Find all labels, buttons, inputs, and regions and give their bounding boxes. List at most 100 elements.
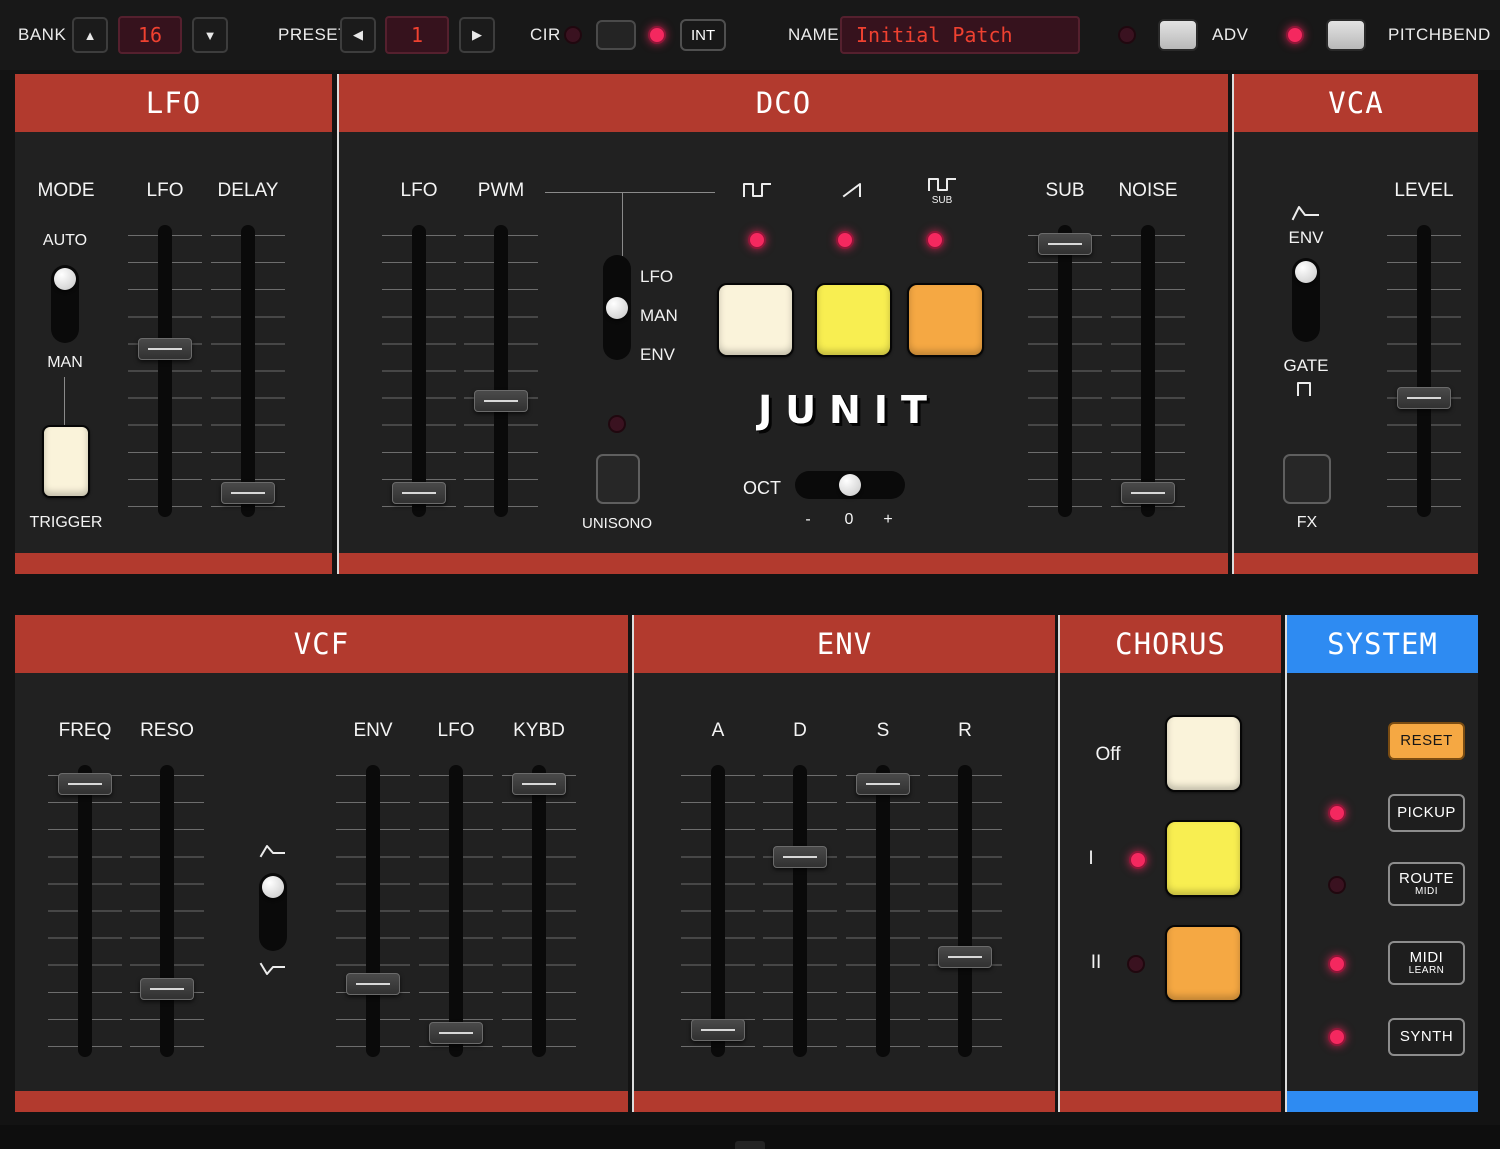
slider-handle[interactable] [140, 978, 194, 1001]
slider-handle[interactable] [138, 338, 192, 361]
slider-handle[interactable] [474, 389, 528, 412]
slider-handle[interactable] [691, 1018, 745, 1041]
pwm-source-option-env: ENV [640, 345, 675, 364]
int-led [648, 26, 666, 44]
chorus-ii-button[interactable] [1165, 925, 1242, 1002]
lfo-section: LFO MODE LFO DELAY AUTO MAN TRIGGER [15, 74, 332, 574]
down-arrow-icon: ▼ [203, 27, 217, 43]
slider-handle[interactable] [429, 1021, 483, 1044]
slider-track [449, 765, 463, 1057]
vcf-env-polarity-toggle[interactable] [259, 873, 287, 951]
route-midi-button[interactable]: ROUTE MIDI [1388, 862, 1465, 906]
dco-sub-label: SUB [1045, 180, 1085, 201]
env-sustain-slider[interactable] [843, 765, 923, 1057]
lfo-delay-slider[interactable] [208, 225, 288, 517]
slider-handle[interactable] [938, 945, 992, 968]
toggle-knob[interactable] [262, 876, 284, 898]
vcf-freq-slider[interactable] [45, 765, 125, 1057]
sub-wave-button[interactable] [907, 283, 984, 357]
vca-gate-label: GATE [1283, 356, 1329, 375]
dco-pwm-slider[interactable] [461, 225, 541, 517]
chorus-off-button[interactable] [1165, 715, 1242, 792]
reset-button-label: RESET [1400, 732, 1453, 750]
midi-learn-button[interactable]: MIDI LEARN [1388, 941, 1465, 985]
slider-handle[interactable] [58, 773, 112, 796]
env-attack-slider[interactable] [678, 765, 758, 1057]
saw-wave-button[interactable] [815, 283, 892, 357]
env-decay-slider[interactable] [760, 765, 840, 1057]
toggle-knob[interactable] [606, 296, 628, 319]
vca-section: VCA ENV GATE LEVEL FX [1232, 74, 1478, 574]
dco-sub-slider[interactable] [1025, 225, 1105, 517]
preset-prev-button[interactable]: ◀ [340, 17, 376, 53]
dco-lfo-slider[interactable] [379, 225, 459, 517]
dco-section-header: DCO [339, 74, 1228, 132]
patch-name-field[interactable]: Initial Patch [840, 16, 1080, 54]
slider-handle[interactable] [221, 481, 275, 504]
toggle-knob[interactable] [1295, 261, 1317, 283]
slider-track [241, 225, 255, 517]
unisono-button[interactable] [596, 454, 640, 504]
toggle-knob[interactable] [54, 268, 76, 290]
pwm-source-switch[interactable] [603, 255, 631, 360]
vca-section-footer [1234, 553, 1478, 574]
top-toolbar: BANK ▲ 16 ▼ PRESET ◀ 1 ▶ CIR INT NAME In… [0, 0, 1500, 70]
cir-button[interactable] [596, 20, 636, 50]
env-attack-label: A [711, 720, 725, 741]
synth-led [1328, 1028, 1346, 1046]
vcf-kybd-label: KYBD [513, 720, 565, 741]
env-release-label: R [958, 720, 972, 741]
slider-handle[interactable] [1397, 387, 1451, 409]
slider-track [532, 765, 546, 1057]
slider-handle[interactable] [1121, 481, 1175, 504]
chorus-section-header: CHORUS [1060, 615, 1281, 673]
reset-button[interactable]: RESET [1388, 722, 1465, 760]
vcf-reso-slider[interactable] [127, 765, 207, 1057]
vca-level-label: LEVEL [1394, 180, 1454, 201]
synth-button-label: SYNTH [1399, 1028, 1454, 1046]
vca-level-slider[interactable] [1384, 225, 1464, 517]
slider-handle[interactable] [346, 972, 400, 995]
slider-track [412, 225, 426, 517]
oct-slider-knob[interactable] [839, 474, 861, 496]
vca-mode-toggle[interactable] [1292, 258, 1320, 342]
vcf-lfo-slider[interactable] [416, 765, 496, 1057]
lfo-section-footer [15, 553, 332, 574]
fx-button[interactable] [1283, 454, 1331, 504]
resize-handle[interactable] [735, 1141, 765, 1149]
pickup-button-label: PICKUP [1397, 804, 1456, 822]
adv-button[interactable] [1158, 19, 1198, 51]
slider-handle[interactable] [1038, 233, 1092, 256]
lfo-delay-label: DELAY [217, 180, 279, 201]
sub-wave-caption: SUB [931, 195, 953, 206]
slider-handle[interactable] [773, 846, 827, 868]
bank-down-button[interactable]: ▼ [192, 17, 228, 53]
lfo-trigger-button[interactable] [42, 425, 90, 498]
slider-handle[interactable] [856, 773, 910, 796]
dco-noise-slider[interactable] [1108, 225, 1188, 517]
pulse-wave-button[interactable] [717, 283, 794, 357]
preset-next-button[interactable]: ▶ [459, 17, 495, 53]
slider-track [711, 765, 725, 1057]
bank-up-button[interactable]: ▲ [72, 17, 108, 53]
int-button[interactable]: INT [680, 19, 727, 51]
synth-button[interactable]: SYNTH [1388, 1018, 1465, 1056]
vcf-kybd-slider[interactable] [499, 765, 579, 1057]
vcf-section: VCF FREQ RESO ENV LFO KYBD [15, 615, 628, 1112]
synth-plugin-window: BANK ▲ 16 ▼ PRESET ◀ 1 ▶ CIR INT NAME In… [0, 0, 1500, 1149]
slider-handle[interactable] [512, 773, 566, 796]
vcf-env-slider[interactable] [333, 765, 413, 1057]
oct-zero-mark: 0 [844, 511, 854, 528]
slider-track [958, 765, 972, 1057]
chorus-i-button[interactable] [1165, 820, 1242, 897]
pickup-button[interactable]: PICKUP [1388, 794, 1465, 832]
env-release-slider[interactable] [925, 765, 1005, 1057]
slider-handle[interactable] [392, 481, 446, 504]
adv-label: ADV [1212, 25, 1249, 44]
lfo-mode-toggle[interactable] [51, 265, 79, 343]
lfo-rate-slider[interactable] [125, 225, 205, 517]
slider-track [160, 765, 174, 1057]
oct-slider[interactable] [795, 471, 905, 499]
chorus-section-footer [1060, 1091, 1281, 1112]
pitchbend-button[interactable] [1326, 19, 1366, 51]
